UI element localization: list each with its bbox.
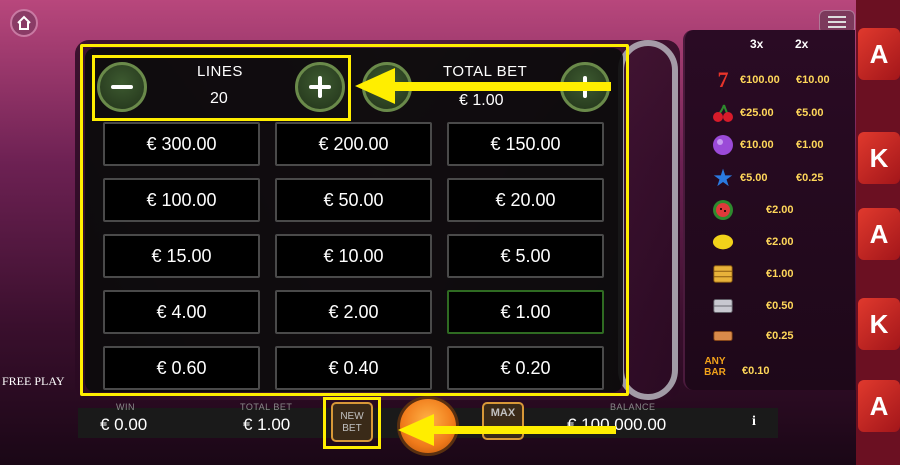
payout-value: €2.00 — [766, 204, 794, 216]
dice-decoration: A — [858, 28, 900, 80]
total-bet-value: € 1.00 — [243, 415, 291, 434]
total-bet-label: TOTAL BET — [240, 402, 293, 412]
payout-value: €2.00 — [766, 236, 794, 248]
dice-decoration: K — [858, 298, 900, 350]
pointer-arrow-icon — [355, 68, 611, 104]
paytable-row: 7 €100.00 €10.00 — [700, 67, 855, 92]
paytable-row: €25.00 €5.00 — [700, 101, 855, 125]
payout-value: €0.50 — [766, 300, 794, 312]
payout-2x: €10.00 — [796, 74, 830, 86]
payout-3x: €10.00 — [740, 139, 774, 151]
gold-bar-icon — [712, 264, 734, 284]
win-label: WIN — [116, 402, 135, 412]
hamburger-icon — [828, 16, 846, 28]
payout-2x: €1.00 — [796, 139, 824, 151]
paytable-row: €2.00 — [700, 198, 855, 222]
payout-3x: €5.00 — [740, 172, 768, 184]
watermelon-icon — [712, 200, 734, 220]
win-value: € 0.00 — [100, 415, 148, 434]
dice-decoration: A — [858, 380, 900, 432]
payout-2x: €0.25 — [796, 172, 824, 184]
paytable-header-3x: 3x — [750, 37, 764, 51]
info-icon[interactable]: i — [752, 414, 766, 434]
any-bar-label: BAR — [704, 367, 726, 378]
plum-icon — [712, 135, 734, 155]
paytable-header-2x: 2x — [795, 37, 809, 51]
bronze-bar-icon — [712, 326, 734, 346]
payout-value: €0.10 — [742, 365, 770, 377]
highlight-frame-new-bet — [323, 397, 381, 449]
payout-value: €0.25 — [766, 330, 794, 342]
star-icon: ★ — [712, 164, 734, 192]
payout-3x: €100.00 — [740, 74, 780, 86]
pointer-arrow-icon — [398, 414, 616, 446]
highlight-frame-lines — [92, 55, 351, 121]
free-play-label: FREE PLAY — [2, 374, 65, 388]
dice-decoration: A — [858, 208, 900, 260]
paytable-row: €10.00 €1.00 — [700, 133, 855, 157]
seven-icon: 7 — [717, 67, 729, 92]
paytable-row: €1.00 — [700, 262, 855, 286]
balance-label: BALANCE — [610, 402, 656, 412]
home-icon — [17, 15, 31, 30]
paytable-row: ★ €5.00 €0.25 — [700, 164, 855, 192]
silver-bar-icon — [712, 296, 734, 316]
any-bar-icon: ANY BAR — [700, 356, 730, 378]
any-bar-label: ANY — [704, 356, 726, 367]
payout-value: €1.00 — [766, 268, 794, 280]
cherry-icon — [712, 103, 734, 123]
home-button[interactable] — [10, 9, 38, 37]
payout-2x: €5.00 — [796, 107, 824, 119]
dice-decoration: K — [858, 132, 900, 184]
paytable-row: ANY BAR €0.10 — [700, 356, 855, 380]
paytable-row: €2.00 — [700, 230, 855, 254]
paytable-row: €0.50 — [700, 294, 855, 318]
payout-3x: €25.00 — [740, 107, 774, 119]
paytable-row: €0.25 — [700, 324, 855, 348]
lemon-icon — [712, 232, 734, 252]
